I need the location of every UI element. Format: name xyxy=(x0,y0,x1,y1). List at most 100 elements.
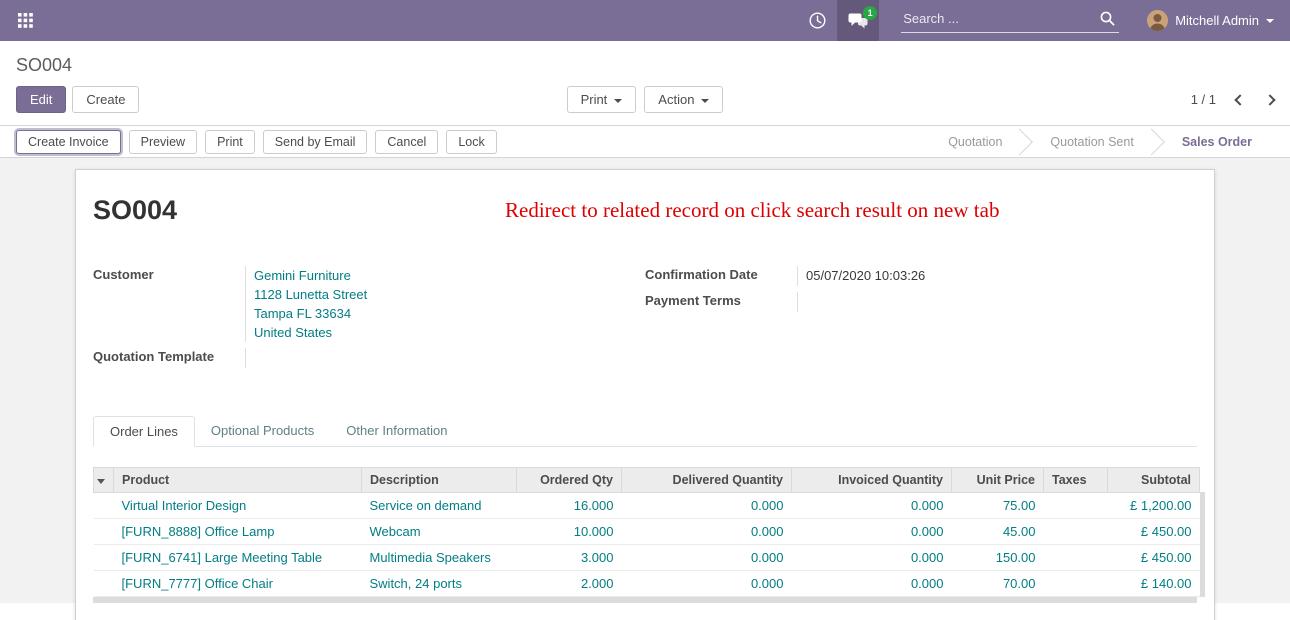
cell-taxes xyxy=(1044,545,1108,571)
cell-description: Switch, 24 ports xyxy=(362,571,517,597)
lock-button[interactable]: Lock xyxy=(446,130,496,154)
cell-delivered-qty: 0.000 xyxy=(622,493,792,519)
order-line-row[interactable]: Virtual Interior Design Service on deman… xyxy=(94,493,1200,519)
cell-invoiced-qty: 0.000 xyxy=(792,493,952,519)
cell-taxes xyxy=(1044,571,1108,597)
tab-order-lines[interactable]: Order Lines xyxy=(93,416,195,447)
stage-sales-order[interactable]: Sales Order xyxy=(1158,126,1276,158)
cell-subtotal: £ 450.00 xyxy=(1108,519,1200,545)
edit-button[interactable]: Edit xyxy=(16,86,66,113)
customer-line: United States xyxy=(254,323,645,342)
header-ordered-qty[interactable]: Ordered Qty xyxy=(517,468,622,493)
header-description[interactable]: Description xyxy=(362,468,517,493)
tab-optional-products[interactable]: Optional Products xyxy=(195,416,330,447)
annotation-text: Redirect to related record on click sear… xyxy=(505,198,999,223)
cell-unit-price: 45.00 xyxy=(952,519,1044,545)
top-navbar: 1 Mitchell Admin xyxy=(0,0,1290,41)
payment-terms-label: Payment Terms xyxy=(645,292,797,312)
main-content: SO004 Redirect to related record on clic… xyxy=(0,158,1290,603)
header-unit-price[interactable]: Unit Price xyxy=(952,468,1044,493)
apps-menu-icon[interactable] xyxy=(10,0,41,41)
cell-delivered-qty: 0.000 xyxy=(622,519,792,545)
cell-handle xyxy=(94,519,114,545)
order-line-row[interactable]: [FURN_7777] Office Chair Switch, 24 port… xyxy=(94,571,1200,597)
cell-subtotal: £ 450.00 xyxy=(1108,545,1200,571)
cell-invoiced-qty: 0.000 xyxy=(792,571,952,597)
order-line-row[interactable]: [FURN_6741] Large Meeting Table Multimed… xyxy=(94,545,1200,571)
order-lines-table-wrap: Product Description Ordered Qty Delivere… xyxy=(93,467,1197,603)
print-dropdown-button[interactable]: Print xyxy=(567,86,637,113)
payment-terms-value xyxy=(797,292,1197,312)
statusbar: Create Invoice Preview Print Send by Ema… xyxy=(0,125,1290,158)
cell-product: [FURN_6741] Large Meeting Table xyxy=(114,545,362,571)
field-groups: Customer Gemini Furniture 1128 Lunetta S… xyxy=(93,266,1197,374)
cell-taxes xyxy=(1044,493,1108,519)
control-panel: Edit Create Print Action 1 / 1 xyxy=(0,78,1290,125)
avatar xyxy=(1147,10,1168,31)
chevron-down-icon xyxy=(614,99,622,103)
table-header-row: Product Description Ordered Qty Delivere… xyxy=(94,468,1200,493)
confirmation-date-label: Confirmation Date xyxy=(645,266,797,286)
search-input[interactable] xyxy=(901,8,1096,29)
cell-taxes xyxy=(1044,519,1108,545)
status-stages: Quotation Quotation Sent Sales Order xyxy=(924,126,1290,157)
quotation-template-label: Quotation Template xyxy=(93,348,245,368)
cell-description: Webcam xyxy=(362,519,517,545)
cell-subtotal: £ 1,200.00 xyxy=(1108,493,1200,519)
preview-button[interactable]: Preview xyxy=(129,130,197,154)
send-by-email-button[interactable]: Send by Email xyxy=(263,130,368,154)
stage-quotation-sent[interactable]: Quotation Sent xyxy=(1026,126,1157,158)
order-line-row[interactable]: [FURN_8888] Office Lamp Webcam 10.000 0.… xyxy=(94,519,1200,545)
chevron-down-icon xyxy=(701,99,709,103)
quotation-template-value xyxy=(245,348,645,368)
breadcrumb: SO004 xyxy=(16,55,72,75)
cell-unit-price: 70.00 xyxy=(952,571,1044,597)
header-product[interactable]: Product xyxy=(114,468,362,493)
customer-line: Gemini Furniture xyxy=(254,266,645,285)
pager-value[interactable]: 1 / 1 xyxy=(1191,92,1216,107)
cell-invoiced-qty: 0.000 xyxy=(792,545,952,571)
print-dropdown-label: Print xyxy=(581,92,608,107)
cell-ordered-qty: 10.000 xyxy=(517,519,622,545)
messages-icon[interactable]: 1 xyxy=(837,0,879,41)
customer-label: Customer xyxy=(93,266,245,342)
cell-ordered-qty: 2.000 xyxy=(517,571,622,597)
pager-next-button[interactable] xyxy=(1264,94,1275,105)
column-toggle[interactable] xyxy=(94,468,114,493)
search-icon[interactable] xyxy=(1096,11,1119,26)
table-scrollbar-vertical[interactable] xyxy=(1200,492,1205,597)
cell-product: [FURN_8888] Office Lamp xyxy=(114,519,362,545)
table-scrollbar-horizontal[interactable] xyxy=(93,597,1197,603)
notebook-tabs: Order Lines Optional Products Other Info… xyxy=(93,416,1197,447)
breadcrumb-row: SO004 xyxy=(0,41,1290,78)
cell-product: Virtual Interior Design xyxy=(114,493,362,519)
order-lines-table: Product Description Ordered Qty Delivere… xyxy=(93,467,1200,597)
print-button[interactable]: Print xyxy=(205,130,255,154)
cell-product: [FURN_7777] Office Chair xyxy=(114,571,362,597)
cancel-button[interactable]: Cancel xyxy=(375,130,438,154)
create-invoice-button[interactable]: Create Invoice xyxy=(16,130,121,154)
header-taxes[interactable]: Taxes xyxy=(1044,468,1108,493)
create-button[interactable]: Create xyxy=(72,86,139,113)
apps-grid-icon xyxy=(18,13,33,28)
cell-unit-price: 150.00 xyxy=(952,545,1044,571)
cell-handle xyxy=(94,545,114,571)
header-invoiced-quantity[interactable]: Invoiced Quantity xyxy=(792,468,952,493)
stage-quotation[interactable]: Quotation xyxy=(924,126,1026,158)
cell-invoiced-qty: 0.000 xyxy=(792,519,952,545)
user-menu[interactable]: Mitchell Admin xyxy=(1145,0,1276,41)
activities-clock-icon[interactable] xyxy=(798,0,837,41)
action-dropdown-button[interactable]: Action xyxy=(644,86,723,113)
cell-handle xyxy=(94,493,114,519)
header-subtotal[interactable]: Subtotal xyxy=(1108,468,1200,493)
tab-other-information[interactable]: Other Information xyxy=(330,416,463,447)
customer-value[interactable]: Gemini Furniture 1128 Lunetta Street Tam… xyxy=(245,266,645,342)
cell-ordered-qty: 3.000 xyxy=(517,545,622,571)
cell-handle xyxy=(94,571,114,597)
pager-previous-button[interactable] xyxy=(1234,94,1245,105)
cell-delivered-qty: 0.000 xyxy=(622,545,792,571)
header-delivered-quantity[interactable]: Delivered Quantity xyxy=(622,468,792,493)
customer-line: Tampa FL 33634 xyxy=(254,304,645,323)
messages-badge: 1 xyxy=(863,6,877,20)
chevron-down-icon xyxy=(97,479,105,484)
